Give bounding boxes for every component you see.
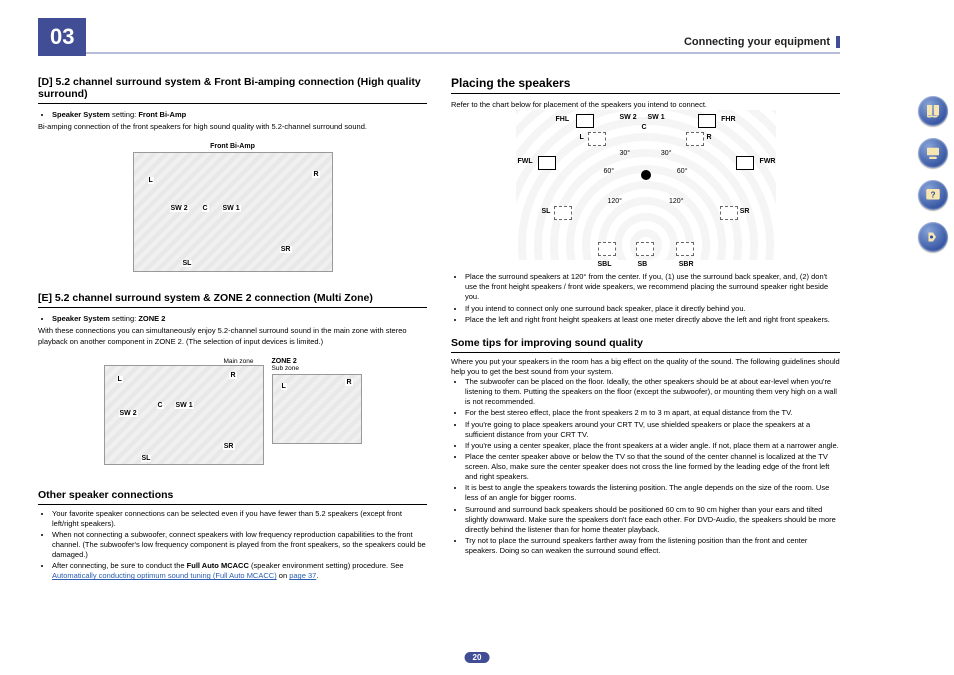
tips-list: The subwoofer can be placed on the floor… [451, 377, 840, 556]
section-header: Connecting your equipment [684, 36, 840, 48]
tips-intro: Where you put your speakers in the room … [451, 357, 840, 377]
device-icon[interactable] [918, 138, 948, 168]
speaker-icon[interactable] [918, 222, 948, 252]
help-icon[interactable]: ? [918, 180, 948, 210]
section-d-desc: Bi-amping connection of the front speake… [38, 122, 427, 132]
other-list: Your favorite speaker connections can be… [38, 509, 427, 582]
placing-desc: Refer to the chart below for placement o… [451, 100, 840, 110]
other-title: Other speaker connections [38, 489, 427, 505]
left-column: [D] 5.2 channel surround system & Front … [38, 66, 427, 584]
placing-title: Placing the speakers [451, 76, 840, 94]
diagram-e: Main zone L R C SW 1 SW 2 SL SR ZONE 2 [38, 347, 427, 477]
page-number: 20 [465, 652, 490, 663]
right-column: Placing the speakers Refer to the chart … [451, 66, 840, 584]
placement-diagram: FHL FHR SW 2 SW 1 C L R FWL FWR SL SR SB… [516, 110, 776, 260]
chapter-number: 03 [38, 18, 86, 56]
placing-notes: Place the surround speakers at 120° from… [451, 272, 840, 325]
svg-text:?: ? [930, 190, 935, 199]
section-d-setting: Speaker System setting: Front Bi-Amp [52, 110, 427, 120]
diagram-d: Front Bi-Amp L R C SW 1 SW 2 SL SR [38, 132, 427, 282]
book-icon[interactable] [918, 96, 948, 126]
section-e-title: [E] 5.2 channel surround system & ZONE 2… [38, 292, 427, 308]
section-d-title: [D] 5.2 channel surround system & Front … [38, 76, 427, 104]
section-e-setting: Speaker System setting: ZONE 2 [52, 314, 427, 324]
tips-title: Some tips for improving sound quality [451, 337, 840, 353]
section-e-desc: With these connections you can simultane… [38, 326, 427, 346]
